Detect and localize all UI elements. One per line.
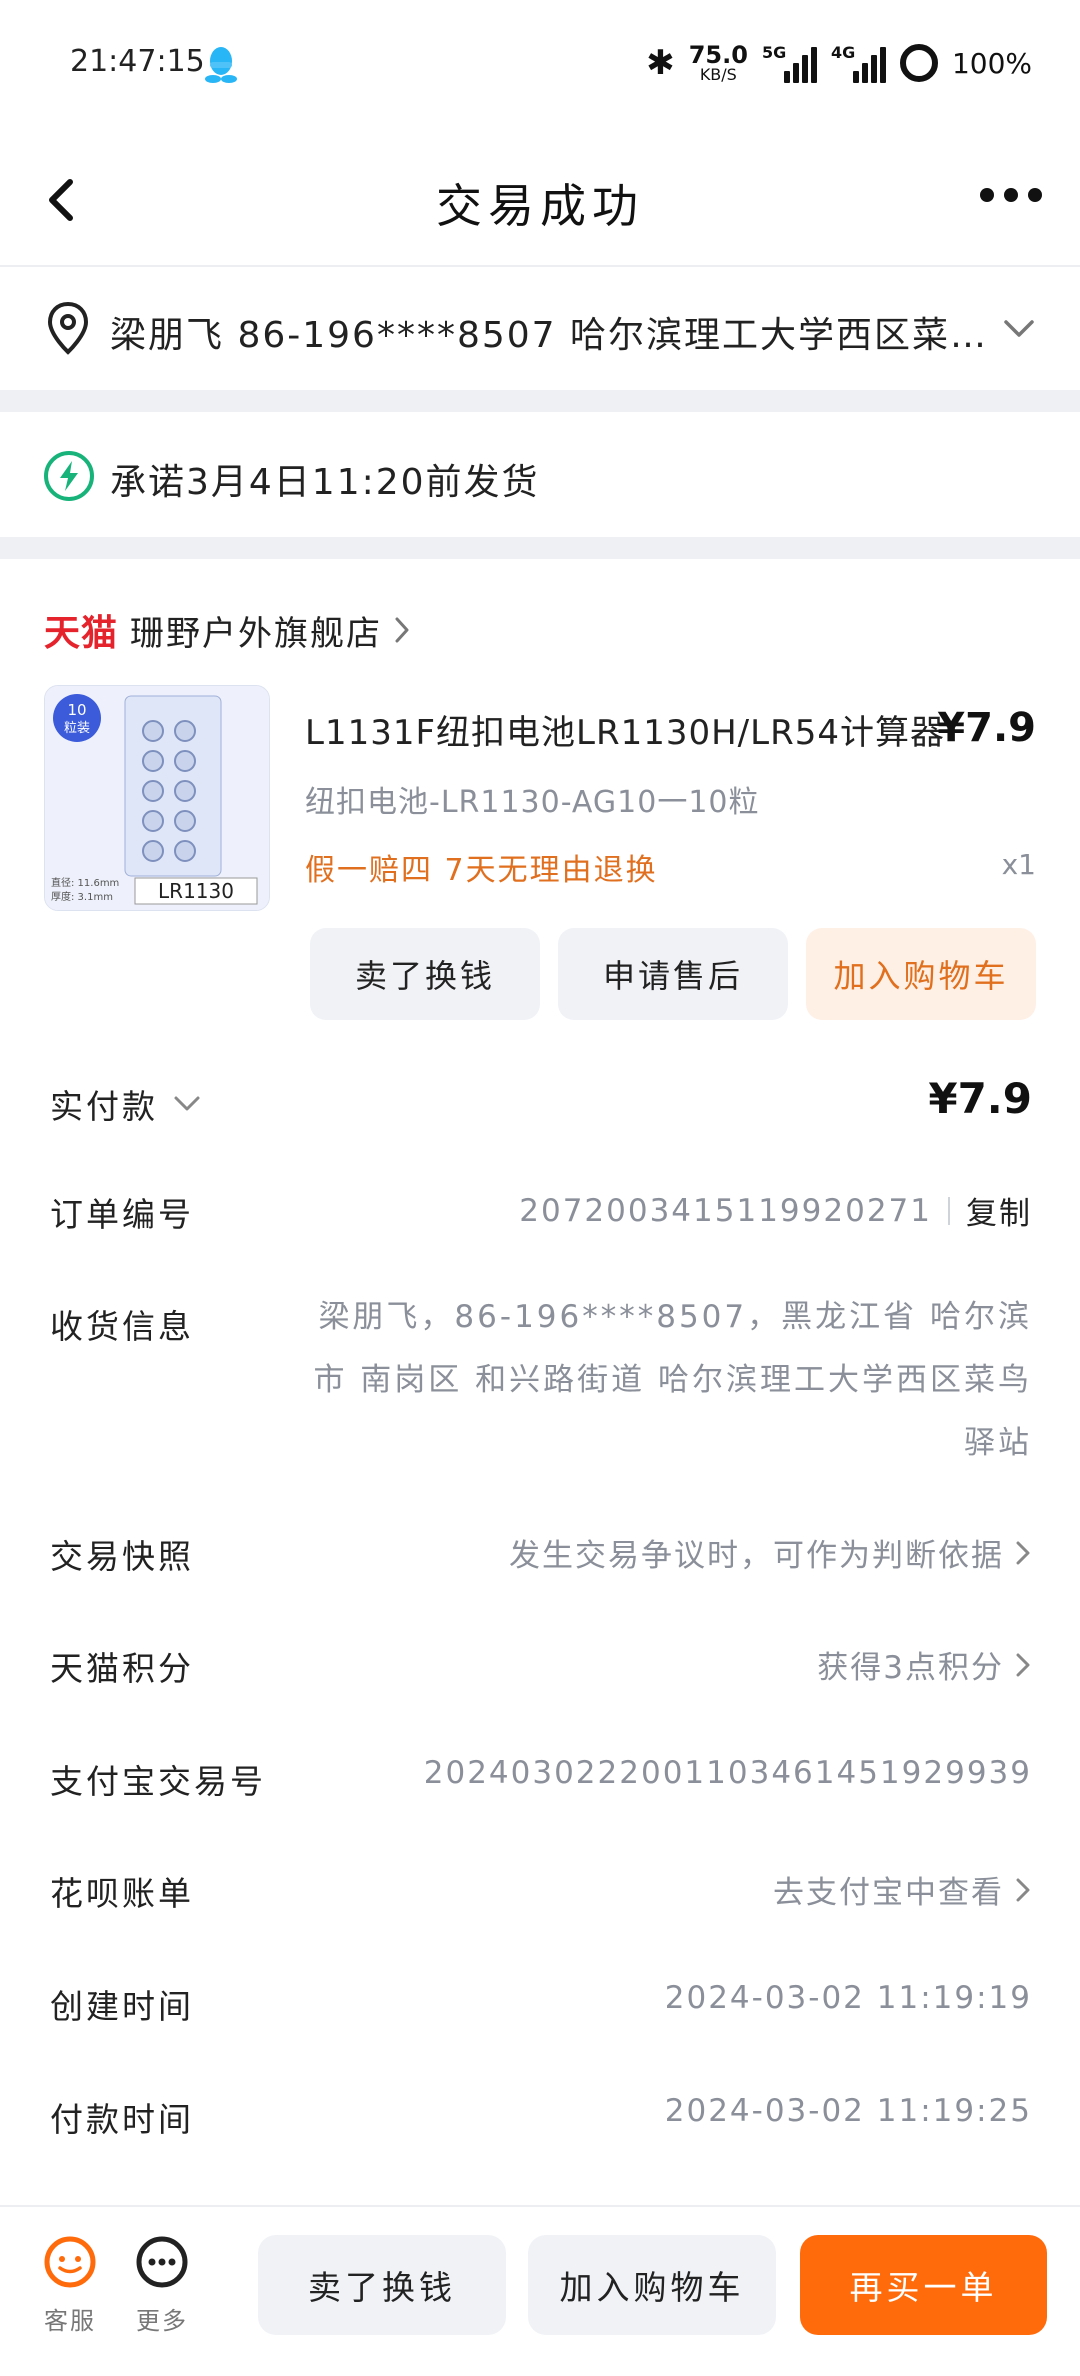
divider <box>948 1196 950 1225</box>
shipping-promise-text: 承诺3月4日11:20前发货 <box>110 462 540 503</box>
shop-header[interactable]: 天猫 珊野户外旗舰店 <box>44 600 412 660</box>
add-to-cart-button[interactable]: 加入购物车 <box>806 928 1036 1020</box>
customer-service-button[interactable]: 客服 <box>30 2235 110 2336</box>
chevron-right-icon <box>1016 1541 1030 1564</box>
more-button[interactable]: 更多 <box>122 2235 202 2336</box>
divider <box>0 265 1080 267</box>
image-model-label: LR1130 <box>158 879 234 903</box>
payment-time-label: 付款时间 <box>50 2100 194 2139</box>
chevron-right-icon <box>1016 1878 1030 1901</box>
bluetooth-icon: ✱ <box>646 43 675 83</box>
tmall-points-value: 获得3点积分 <box>817 1650 1004 1686</box>
section-gap <box>0 537 1080 559</box>
trade-snapshot-label: 交易快照 <box>50 1537 194 1576</box>
add-to-cart-bottom-button[interactable]: 加入购物车 <box>528 2235 776 2335</box>
chevron-right-icon <box>395 617 409 643</box>
more-dots-icon[interactable] <box>980 188 1042 202</box>
huabei-bill-value: 去支付宝中查看 <box>773 1875 1004 1911</box>
alipay-trade-no-label: 支付宝交易号 <box>50 1762 266 1801</box>
product-sku: 纽扣电池-LR1130-AG10一10粒 <box>305 785 760 820</box>
address-summary: 梁朋飞 86-196****8507 哈尔滨理工大学西区菜鸟驿站 <box>110 315 1000 356</box>
chevron-right-icon <box>1016 1653 1030 1676</box>
image-spec-thickness: 厚度: 3.1mm <box>51 890 113 903</box>
product-service-tags: 假一赔四 7天无理由退换 <box>305 853 658 888</box>
section-gap <box>0 390 1080 412</box>
location-pin-icon <box>47 301 89 355</box>
tmall-points-label: 天猫积分 <box>50 1649 194 1688</box>
buy-again-button[interactable]: 再买一单 <box>800 2235 1047 2335</box>
status-bar: 21:47:15 ✱ 75.0 KB/S 5G 4G 100% <box>0 0 1080 120</box>
bottom-action-bar: 客服 更多 卖了换钱 加入购物车 再买一单 <box>0 2205 1080 2376</box>
product-image[interactable]: 10 粒装 LR1130 直径: 11.6mm 厚度: 3.1mm <box>44 685 270 911</box>
created-time-value: 2024-03-02 11:19:19 <box>664 1980 1032 2016</box>
signal-5g-icon: 5G <box>762 43 817 83</box>
page-title: 交易成功 <box>436 179 644 233</box>
order-number-label: 订单编号 <box>50 1195 194 1234</box>
receiver-info-value: 梁朋飞，86-196****8507，黑龙江省 哈尔滨市 南岗区 和兴路街道 哈… <box>313 1299 1032 1461</box>
after-sales-button[interactable]: 申请售后 <box>558 928 788 1020</box>
payment-time-value: 2024-03-02 11:19:25 <box>664 2093 1032 2129</box>
sell-for-cash-button[interactable]: 卖了换钱 <box>310 928 540 1020</box>
more-circle-icon <box>136 2236 188 2288</box>
paid-label: 实付款 <box>50 1087 158 1126</box>
product-title[interactable]: L1131F纽扣电池LR1130H/LR54计算器 <box>305 705 945 754</box>
net-speed: 75.0 KB/S <box>688 41 748 84</box>
paid-amount: ¥7.9 <box>928 1074 1032 1123</box>
signal-4g-icon: 4G <box>831 43 886 83</box>
more-label: 更多 <box>136 2307 188 2335</box>
trade-snapshot-value: 发生交易争议时，可作为判断依据 <box>509 1538 1004 1574</box>
qq-penguin-icon <box>205 47 237 83</box>
sell-for-cash-bottom-button[interactable]: 卖了换钱 <box>258 2235 506 2335</box>
image-badge-count: 10 <box>67 701 86 719</box>
tmall-logo: 天猫 <box>44 613 119 654</box>
battery-pack-image: 10 粒装 LR1130 直径: 11.6mm 厚度: 3.1mm <box>45 686 269 910</box>
receiver-info-label: 收货信息 <box>50 1307 194 1346</box>
battery-percent: 100% <box>951 46 1032 80</box>
order-number-value: 2072003415119920271 <box>519 1192 932 1229</box>
address-row[interactable]: 梁朋飞 86-196****8507 哈尔滨理工大学西区菜鸟驿站 <box>0 268 1080 388</box>
lightning-bolt-icon <box>44 451 94 501</box>
image-badge-unit: 粒装 <box>64 721 90 736</box>
shop-name[interactable]: 珊野户外旗舰店 <box>130 606 382 655</box>
shipping-promise-row: 承诺3月4日11:20前发货 <box>0 415 1080 537</box>
customer-service-label: 客服 <box>44 2307 96 2335</box>
status-time: 21:47:15 <box>70 44 205 79</box>
product-quantity: x1 <box>1001 848 1036 881</box>
product-price: ¥7.9 <box>937 705 1036 751</box>
customer-service-icon <box>44 2236 96 2288</box>
nav-bar: 交易成功 <box>0 140 1080 260</box>
created-time-label: 创建时间 <box>50 1987 194 2026</box>
alipay-trade-no-value: 2024030222001103461451929939 <box>423 1755 1032 1791</box>
huabei-bill-label: 花呗账单 <box>50 1874 194 1913</box>
chevron-down-icon[interactable] <box>172 1094 202 1114</box>
image-spec-diameter: 直径: 11.6mm <box>51 876 119 889</box>
battery-icon <box>899 44 938 82</box>
chevron-down-icon <box>1004 320 1034 337</box>
copy-button[interactable]: 复制 <box>966 1188 1032 1233</box>
